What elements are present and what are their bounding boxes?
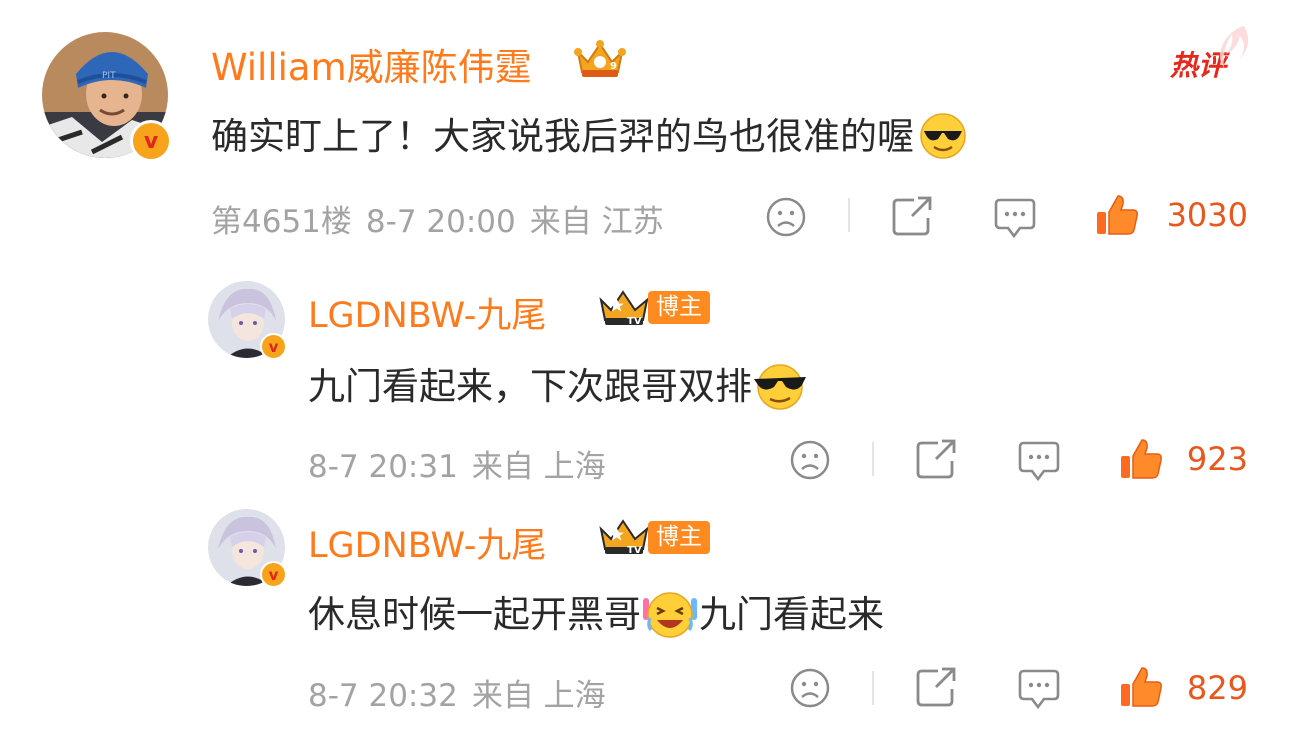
dislike-sad-face-icon[interactable] [764,195,808,239]
like-count: 3030 [1166,196,1248,234]
location: 来自 江苏 [529,204,664,240]
timestamp: 8-7 20:32 [308,678,458,714]
svg-text:TV: TV [627,316,642,327]
blogger-role-tag: 博主 [648,521,710,554]
verified-badge: v [130,120,172,162]
comment-meta: 第4651楼 8-7 20:00 来自 江苏 [211,196,678,241]
verified-badge: v [260,561,287,588]
crown-badge-icon: TV [597,517,653,557]
username[interactable]: William威廉陈伟霆 [211,37,532,91]
blogger-role-tag: 博主 [648,291,710,324]
thumbs-up-icon[interactable] [1094,192,1140,238]
hot-flame-decoration-icon [1214,24,1254,74]
comment-text: 确实盯上了！大家说我后羿的鸟也很准的喔 [211,106,968,161]
svg-text:PIT: PIT [102,71,116,81]
reply-text: 九门看起来，下次跟哥双排 [308,356,808,411]
action-divider [872,671,874,705]
like-count: 923 [1186,440,1248,478]
sunglasses-emoji-icon [752,361,808,411]
username[interactable]: LGDNBW-九尾 [308,517,546,568]
reply-text: 休息时候一起开黑哥 九门看起来 [308,584,884,640]
dislike-sad-face-icon[interactable] [788,666,832,710]
comment-icon[interactable] [1016,665,1062,711]
svg-text:TV: TV [627,545,642,556]
location: 来自 上海 [471,678,606,714]
dislike-sad-face-icon[interactable] [788,438,832,482]
laughing-emoji-icon [641,588,699,640]
avatar-reply-1[interactable]: v [208,281,287,360]
thumbs-up-icon[interactable] [1118,436,1164,482]
comment-thread: PIT v William威廉陈伟霆 9 热评 确实盯上了！大家说我后羿的鸟也很… [0,0,1290,749]
avatar-reply-2[interactable]: v [208,509,287,588]
comment-icon[interactable] [1016,437,1062,483]
floor-number: 第4651楼 [211,204,352,240]
action-divider [848,198,850,232]
avatar-william[interactable]: PIT v [42,32,172,162]
timestamp: 8-7 20:31 [308,449,458,485]
action-divider [872,442,874,476]
verified-badge: v [260,333,287,360]
username[interactable]: LGDNBW-九尾 [308,287,546,338]
thumbs-up-icon[interactable] [1118,664,1164,710]
share-icon[interactable] [890,194,936,238]
like-count: 829 [1186,669,1248,707]
reply-meta: 8-7 20:31 来自 上海 [308,441,620,486]
svg-text:9: 9 [610,61,617,72]
crown-badge-icon: 9 [572,38,628,80]
timestamp: 8-7 20:00 [365,204,516,240]
location: 来自 上海 [471,449,606,485]
sunglasses-emoji-icon [918,111,968,161]
share-icon[interactable] [914,437,960,481]
share-icon[interactable] [914,665,960,709]
comment-icon[interactable] [992,194,1038,240]
crown-badge-icon: TV [597,288,653,328]
reply-meta: 8-7 20:32 来自 上海 [308,670,620,715]
